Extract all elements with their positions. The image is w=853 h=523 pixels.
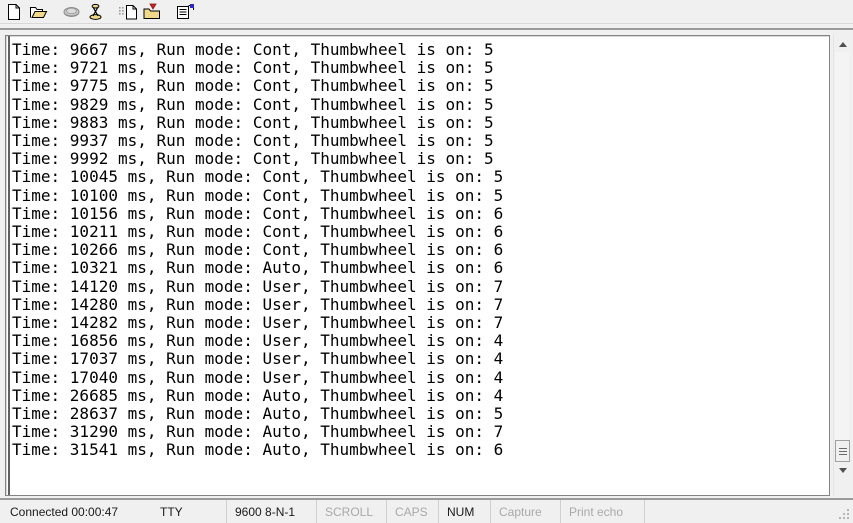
terminal-line: Time: 9883 ms, Run mode: Cont, Thumbwhee… bbox=[12, 112, 494, 132]
new-button[interactable] bbox=[2, 1, 26, 23]
status-bar: Connected 00:00:47 TTY 9600 8-N-1 SCROLL… bbox=[0, 498, 853, 523]
chevron-down-icon bbox=[838, 467, 847, 473]
terminal-line-list: Time: 9667 ms, Run mode: Cont, Thumbwhee… bbox=[12, 40, 829, 460]
scrollbar-track[interactable] bbox=[835, 52, 849, 462]
terminal-line: Time: 10211 ms, Run mode: Cont, Thumbwhe… bbox=[12, 222, 504, 242]
terminal-line: Time: 14280 ms, Run mode: User, Thumbwhe… bbox=[12, 294, 504, 314]
terminal-line: Time: 26685 ms, Run mode: Auto, Thumbwhe… bbox=[12, 385, 504, 405]
properties-icon bbox=[176, 3, 194, 19]
terminal-line: Time: 31541 ms, Run mode: Auto, Thumbwhe… bbox=[12, 440, 504, 460]
terminal-output-panel[interactable]: Time: 9667 ms, Run mode: Cont, Thumbwhee… bbox=[5, 35, 830, 496]
status-emulation: TTY bbox=[152, 500, 227, 523]
terminal-line: Time: 10321 ms, Run mode: Auto, Thumbwhe… bbox=[12, 258, 504, 278]
chevron-up-icon bbox=[838, 41, 847, 47]
terminal-line: Time: 17040 ms, Run mode: User, Thumbwhe… bbox=[12, 367, 504, 387]
terminal-line: Time: 17037 ms, Run mode: User, Thumbwhe… bbox=[12, 349, 504, 369]
open-folder-icon bbox=[29, 6, 47, 18]
new-icon bbox=[8, 3, 20, 20]
terminal-line: Time: 9829 ms, Run mode: Cont, Thumbwhee… bbox=[12, 94, 494, 114]
toolbar-separator-3 bbox=[164, 1, 173, 23]
vertical-scrollbar[interactable] bbox=[833, 35, 850, 496]
terminal-output-text: Time: 9667 ms, Run mode: Cont, Thumbwhee… bbox=[6, 36, 829, 495]
properties-button[interactable] bbox=[173, 1, 197, 23]
status-port-settings: 9600 8-N-1 bbox=[227, 500, 317, 523]
receive-file-icon bbox=[118, 4, 137, 19]
terminal-line: Time: 10045 ms, Run mode: Cont, Thumbwhe… bbox=[12, 167, 504, 187]
terminal-line: Time: 16856 ms, Run mode: User, Thumbwhe… bbox=[12, 331, 504, 351]
terminal-line: Time: 14282 ms, Run mode: User, Thumbwhe… bbox=[12, 313, 504, 333]
terminal-line: Time: 10266 ms, Run mode: Cont, Thumbwhe… bbox=[12, 240, 504, 260]
status-indicator-scroll[interactable]: SCROLL bbox=[317, 500, 387, 523]
toolbar-separator-2 bbox=[107, 1, 116, 23]
terminal-line: Time: 9992 ms, Run mode: Cont, Thumbwhee… bbox=[12, 149, 494, 169]
receive-data-button[interactable] bbox=[116, 1, 140, 23]
terminal-line: Time: 28637 ms, Run mode: Auto, Thumbwhe… bbox=[12, 404, 504, 424]
scrollbar-grip-icon bbox=[838, 447, 847, 455]
connect-button[interactable] bbox=[59, 1, 83, 23]
scroll-up-button[interactable] bbox=[835, 36, 850, 52]
terminal-line: Time: 10156 ms, Run mode: Cont, Thumbwhe… bbox=[12, 203, 504, 223]
terminal-line: Time: 9721 ms, Run mode: Cont, Thumbwhee… bbox=[12, 58, 494, 78]
send-file-button[interactable] bbox=[140, 1, 164, 23]
toolbar-separator-1 bbox=[50, 1, 59, 23]
terminal-line: Time: 10100 ms, Run mode: Cont, Thumbwhe… bbox=[12, 185, 504, 205]
terminal-line: Time: 9775 ms, Run mode: Cont, Thumbwhee… bbox=[12, 76, 494, 96]
status-indicator-capture[interactable]: Capture bbox=[491, 500, 561, 523]
terminal-window: Time: 9667 ms, Run mode: Cont, Thumbwhee… bbox=[0, 0, 853, 523]
status-connection: Connected 00:00:47 bbox=[10, 504, 119, 519]
status-indicator-caps[interactable]: CAPS bbox=[387, 500, 439, 523]
telephone-icon bbox=[63, 6, 79, 17]
resize-grip[interactable] bbox=[839, 509, 851, 521]
open-button[interactable] bbox=[26, 1, 50, 23]
terminal-left-rule bbox=[8, 36, 10, 495]
toolbar bbox=[0, 0, 853, 24]
scroll-down-button[interactable] bbox=[835, 462, 850, 478]
status-indicator-print-echo[interactable]: Print echo bbox=[561, 500, 645, 523]
terminal-line: Time: 9937 ms, Run mode: Cont, Thumbwhee… bbox=[12, 131, 494, 151]
terminal-line: Time: 31290 ms, Run mode: Auto, Thumbwhe… bbox=[12, 422, 504, 442]
terminal-line: Time: 9667 ms, Run mode: Cont, Thumbwhee… bbox=[12, 40, 494, 59]
status-filler bbox=[645, 500, 853, 523]
scrollbar-thumb[interactable] bbox=[835, 440, 850, 462]
send-file-icon bbox=[143, 3, 160, 19]
status-indicator-num[interactable]: NUM bbox=[439, 500, 491, 523]
client-area: Time: 9667 ms, Run mode: Cont, Thumbwhee… bbox=[0, 30, 853, 498]
disconnect-button[interactable] bbox=[83, 1, 107, 23]
disconnect-icon bbox=[89, 3, 101, 20]
terminal-line: Time: 14120 ms, Run mode: User, Thumbwhe… bbox=[12, 276, 504, 296]
